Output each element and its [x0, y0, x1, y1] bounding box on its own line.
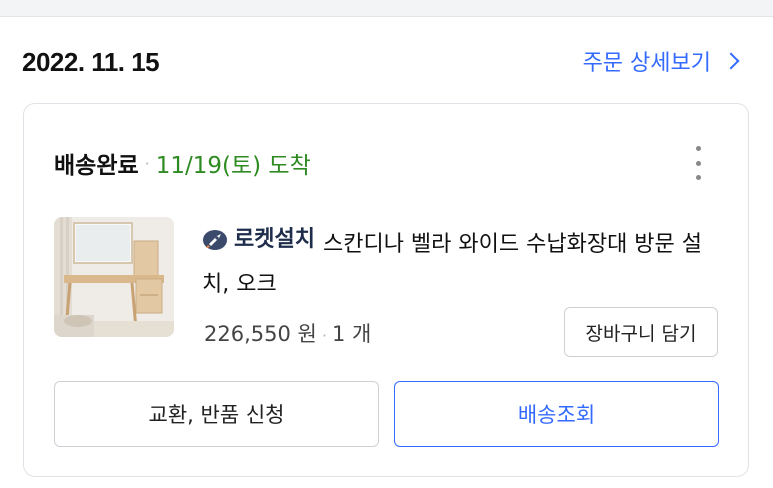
order-section: 2022. 11. 15 주문 상세보기 배송완료 · 11/19(토) 도착	[0, 17, 773, 488]
order-detail-label: 주문 상세보기	[582, 51, 711, 76]
rocket-icon	[203, 230, 227, 250]
track-delivery-button[interactable]: 배송조회	[394, 381, 719, 447]
product-price: 226,550 원	[204, 322, 317, 346]
delivery-status: 배송완료 · 11/19(토) 도착	[54, 146, 311, 180]
chevron-right-icon	[722, 52, 740, 70]
arrival-date: 11/19(토) 도착	[155, 153, 311, 179]
rocket-install-badge: 로켓설치	[202, 220, 315, 260]
product-title[interactable]: 로켓설치 스칸디나 벨라 와이드 수납화장대 방문 설치, 오크	[202, 220, 722, 305]
separator-dot: ·	[144, 153, 150, 173]
vanity-table-image	[54, 217, 174, 337]
top-divider	[0, 0, 773, 17]
add-to-cart-button[interactable]: 장바구니 담기	[564, 307, 718, 357]
separator-dot: ·	[321, 326, 327, 345]
product-thumbnail[interactable]	[54, 217, 174, 337]
order-detail-link[interactable]: 주문 상세보기	[582, 45, 740, 77]
order-item-card: 배송완료 · 11/19(토) 도착 로켓설치 스칸디나 벨라 와이드 수납화장…	[23, 103, 749, 477]
price-quantity: 226,550 원 · 1 개	[204, 318, 371, 348]
exchange-return-button[interactable]: 교환, 반품 신청	[54, 381, 379, 447]
more-vertical-icon[interactable]	[692, 146, 704, 180]
status-label: 배송완료	[54, 153, 139, 179]
order-date: 2022. 11. 15	[22, 47, 160, 77]
rocket-install-label: 로켓설치	[234, 227, 315, 252]
product-quantity: 1 개	[331, 322, 372, 346]
